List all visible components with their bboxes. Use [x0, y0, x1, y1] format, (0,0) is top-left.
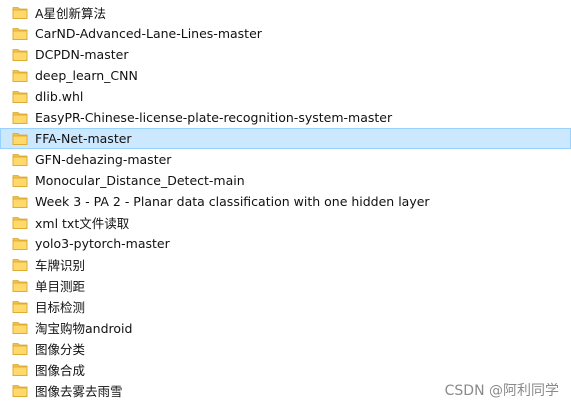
folder-row[interactable]: Week 3 - PA 2 - Planar data classificati… — [0, 191, 571, 212]
folder-row[interactable]: CarND-Advanced-Lane-Lines-master — [0, 23, 571, 44]
folder-row[interactable]: deep_learn_CNN — [0, 65, 571, 86]
folder-name: 图像分类 — [35, 342, 86, 357]
folder-icon — [12, 278, 28, 293]
folder-row[interactable]: 淘宝购物android — [0, 317, 571, 338]
folder-row[interactable]: 车牌识别 — [0, 254, 571, 275]
folder-name: xml txt文件读取 — [35, 216, 130, 231]
watermark: CSDN @阿利同学 — [444, 383, 559, 399]
folder-row[interactable]: dlib.whl — [0, 86, 571, 107]
folder-icon — [12, 173, 28, 188]
folder-icon — [12, 47, 28, 62]
folder-name: 图像合成 — [35, 363, 86, 378]
folder-name: Monocular_Distance_Detect-main — [35, 173, 245, 188]
folder-icon — [12, 215, 28, 230]
folder-row[interactable]: GFN-dehazing-master — [0, 149, 571, 170]
folder-name: A星创新算法 — [35, 6, 107, 21]
folder-icon — [12, 257, 28, 272]
folder-icon — [12, 26, 28, 41]
folder-row-selected[interactable]: FFA-Net-master — [0, 128, 571, 149]
folder-name: 单目测距 — [35, 279, 86, 294]
folder-name: yolo3-pytorch-master — [35, 236, 170, 251]
folder-name: DCPDN-master — [35, 47, 129, 62]
folder-row[interactable]: xml txt文件读取 — [0, 212, 571, 233]
folder-row[interactable]: 图像合成 — [0, 359, 571, 380]
folder-icon — [12, 89, 28, 104]
folder-name: CarND-Advanced-Lane-Lines-master — [35, 26, 262, 41]
folder-row[interactable]: 单目测距 — [0, 275, 571, 296]
folder-icon — [12, 236, 28, 251]
folder-icon — [12, 362, 28, 377]
folder-icon — [12, 131, 28, 146]
folder-icon — [12, 341, 28, 356]
folder-name: Week 3 - PA 2 - Planar data classificati… — [35, 194, 430, 209]
folder-name: GFN-dehazing-master — [35, 152, 172, 167]
folder-name: EasyPR-Chinese-license-plate-recognition… — [35, 110, 393, 125]
folder-row[interactable]: A星创新算法 — [0, 2, 571, 23]
folder-name: 图像去雾去雨雪 — [35, 384, 123, 399]
folder-icon — [12, 68, 28, 83]
folder-row[interactable]: EasyPR-Chinese-license-plate-recognition… — [0, 107, 571, 128]
folder-name: FFA-Net-master — [35, 131, 132, 146]
folder-icon — [12, 320, 28, 335]
folder-icon — [12, 194, 28, 209]
file-list: A星创新算法 CarND-Advanced-Lane-Lines-master … — [0, 2, 571, 401]
folder-row[interactable]: 图像分类 — [0, 338, 571, 359]
folder-name: deep_learn_CNN — [35, 68, 138, 83]
folder-icon — [12, 152, 28, 167]
folder-row[interactable]: Monocular_Distance_Detect-main — [0, 170, 571, 191]
folder-row[interactable]: 目标检测 — [0, 296, 571, 317]
folder-row[interactable]: yolo3-pytorch-master — [0, 233, 571, 254]
folder-name: dlib.whl — [35, 89, 84, 104]
folder-name: 淘宝购物android — [35, 321, 133, 336]
folder-name: 目标检测 — [35, 300, 86, 315]
folder-icon — [12, 110, 28, 125]
folder-row[interactable]: DCPDN-master — [0, 44, 571, 65]
folder-icon — [12, 299, 28, 314]
folder-icon — [12, 383, 28, 398]
folder-icon — [12, 5, 28, 20]
folder-name: 车牌识别 — [35, 258, 86, 273]
